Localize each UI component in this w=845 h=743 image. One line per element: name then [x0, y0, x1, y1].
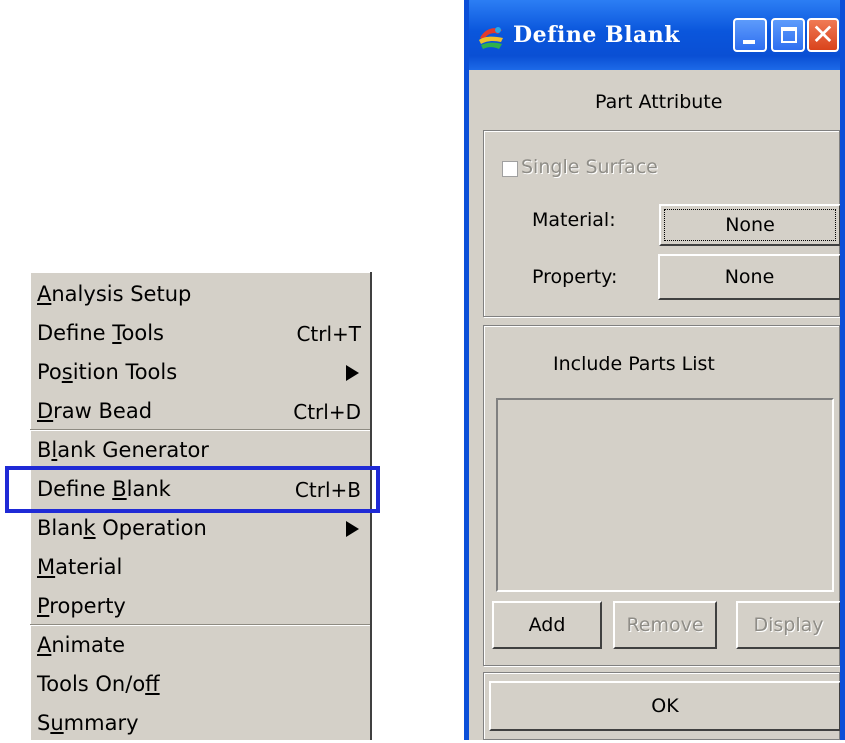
parts-listbox[interactable]: [496, 398, 834, 592]
submenu-arrow-icon: [346, 364, 359, 381]
include-parts-label: Include Parts List: [553, 353, 715, 375]
define-blank-dialog: Define Blank ✕ Part Attribute Single Sur…: [464, 0, 845, 740]
menu-item-material[interactable]: Material: [30, 548, 370, 587]
menu-item-analysis-setup[interactable]: Analysis Setup: [30, 275, 370, 314]
ok-button[interactable]: OK: [489, 681, 840, 731]
submenu-arrow-icon: [346, 520, 359, 537]
property-button[interactable]: None: [658, 254, 840, 300]
menu-item-tools-on-off[interactable]: Tools On/off: [30, 665, 370, 704]
minimize-button[interactable]: [733, 18, 767, 52]
shortcut-text: Ctrl+D: [293, 399, 361, 424]
maximize-button[interactable]: [771, 18, 805, 52]
property-label: Property:: [532, 266, 618, 288]
menu-item-define-tools[interactable]: Define Tools Ctrl+T: [30, 314, 370, 353]
material-label: Material:: [532, 209, 616, 231]
single-surface-label: Single Surface: [521, 156, 658, 178]
minimize-icon: [743, 40, 755, 44]
menu-item-animate[interactable]: Animate: [30, 626, 370, 665]
dialog-title: Define Blank: [513, 22, 680, 48]
close-button[interactable]: ✕: [807, 18, 839, 52]
single-surface-checkbox[interactable]: [502, 161, 518, 177]
app-icon: [479, 27, 503, 49]
shortcut-text: Ctrl+T: [296, 321, 361, 346]
add-button[interactable]: Add: [492, 601, 602, 649]
menu-item-draw-bead[interactable]: Draw Bead Ctrl+D: [30, 392, 370, 431]
menu-item-blank-operation[interactable]: Blank Operation: [30, 509, 370, 548]
menu-item-summary[interactable]: Summary: [30, 704, 370, 743]
part-attribute-label: Part Attribute: [595, 91, 723, 113]
menu-item-blank-generator[interactable]: Blank Generator: [30, 431, 370, 470]
display-button[interactable]: Display: [736, 601, 840, 649]
maximize-icon: [781, 27, 797, 43]
titlebar[interactable]: Define Blank ✕: [469, 0, 840, 70]
material-button[interactable]: None: [659, 204, 840, 246]
remove-button[interactable]: Remove: [613, 601, 717, 649]
menu-item-property[interactable]: Property: [30, 587, 370, 626]
close-icon: ✕: [811, 18, 835, 51]
highlight-box: [5, 466, 380, 513]
menu-item-position-tools[interactable]: Position Tools: [30, 353, 370, 392]
